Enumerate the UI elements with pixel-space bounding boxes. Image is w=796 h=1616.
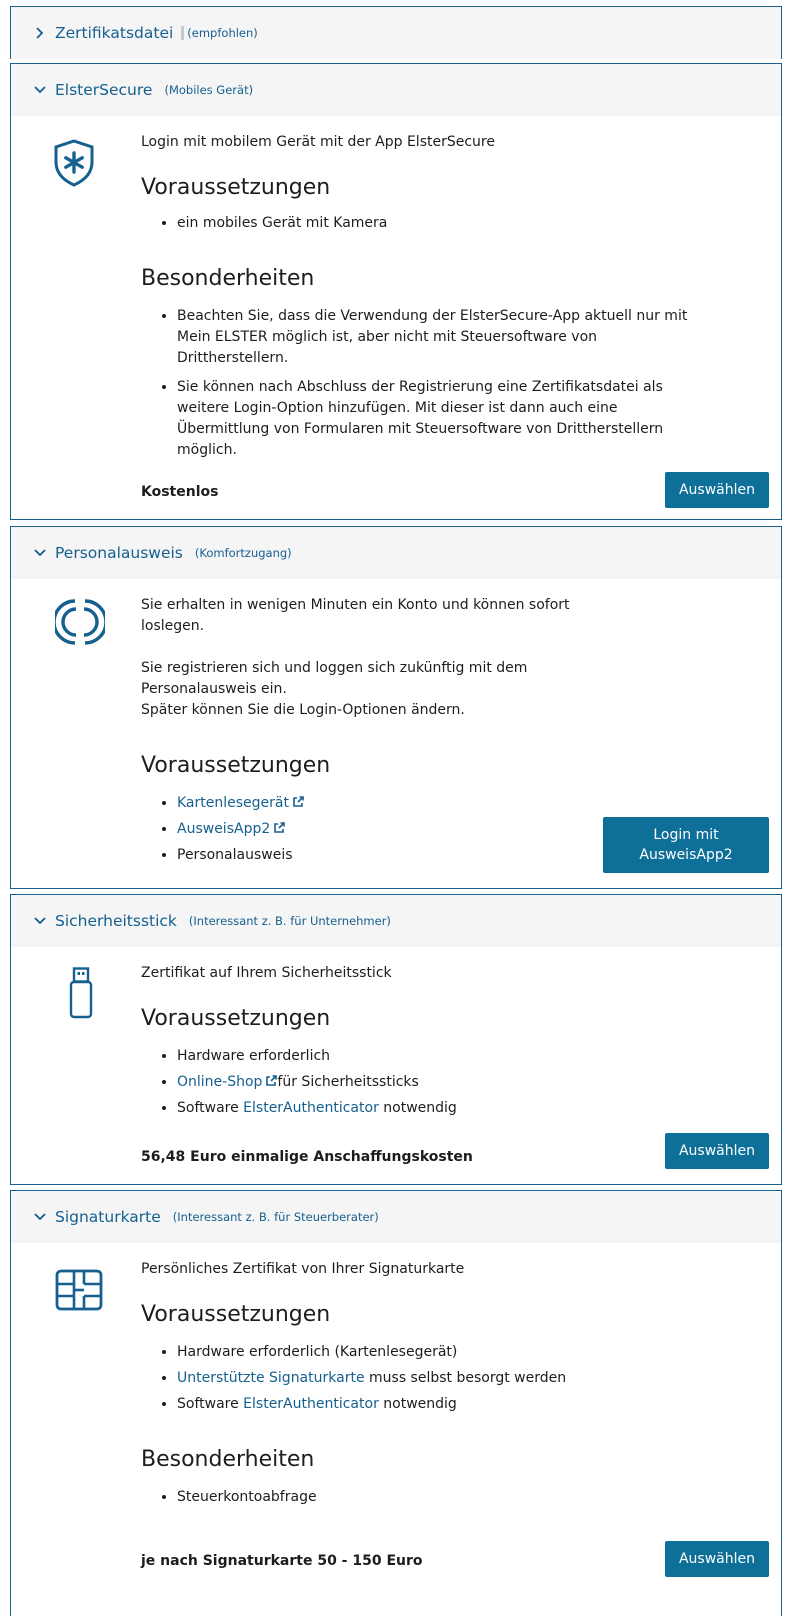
requirements-list: Hardware erforderlich Online-Shop für Sic… xyxy=(141,1046,769,1119)
list-item: Beachten Sie, dass die Verwendung der El… xyxy=(177,306,697,369)
smartcard-chip-icon xyxy=(55,1269,103,1315)
list-item-text: notwendig xyxy=(378,1396,457,1412)
panel-title: Personalausweis xyxy=(55,544,183,562)
panel-personalausweis: Personalausweis (Komfortzugang) Sie erha… xyxy=(10,526,782,889)
elsterauthenticator-link[interactable]: ElsterAuthenticator xyxy=(243,1100,379,1116)
list-item: Hardware erforderlich xyxy=(177,1046,769,1067)
chevron-down-icon xyxy=(33,546,47,560)
list-item-text: notwendig xyxy=(378,1100,457,1116)
list-item-text: Software xyxy=(177,1396,244,1412)
panel-subtitle: (Komfortzugang) xyxy=(194,546,292,560)
panel-header-elstersecure[interactable]: ElsterSecure (Mobiles Gerät) xyxy=(11,64,781,116)
panel-elstersecure: ElsterSecure (Mobiles Gerät) Login mit m… xyxy=(10,63,782,520)
panel-intro: Persönliches Zertifikat von Ihrer Signat… xyxy=(141,1261,465,1277)
panel-zertifikatsdatei: Zertifikatsdatei (empfohlen) xyxy=(10,6,782,59)
requirements-heading: Voraussetzungen xyxy=(141,753,331,778)
requirements-list: ein mobiles Gerät mit Kamera xyxy=(141,213,769,234)
login-ausweisapp2-button[interactable]: Login mit AusweisApp2 xyxy=(603,817,769,873)
requirements-heading: Voraussetzungen xyxy=(141,175,331,200)
list-item-text: für Sicherheitssticks xyxy=(277,1074,419,1090)
panel-intro-3: Später können Sie die Login-Optionen änd… xyxy=(141,702,465,718)
requirements-list: Hardware erforderlich (Kartenlesegerät) … xyxy=(141,1342,769,1415)
requirements-list: Kartenlesegerät AusweisApp2 Personalausw… xyxy=(141,793,581,866)
chevron-down-icon xyxy=(33,1210,47,1224)
list-item: Software ElsterAuthenticator notwendig xyxy=(177,1098,769,1119)
price-label: Kostenlos xyxy=(141,484,219,500)
panel-title: Zertifikatsdatei xyxy=(55,24,174,42)
price-label: 56,48 Euro einmalige Anschaffungskosten xyxy=(141,1149,473,1165)
panel-signaturkarte: Signaturkarte (Interessant z. B. für Ste… xyxy=(10,1190,782,1616)
panel-sicherheitsstick: Sicherheitsstick (Interessant z. B. für … xyxy=(10,894,782,1185)
select-button[interactable]: Auswählen xyxy=(665,1133,769,1169)
features-list: Steuerkontoabfrage xyxy=(141,1487,769,1508)
select-button[interactable]: Auswählen xyxy=(665,1541,769,1577)
panel-subtitle: (empfohlen) xyxy=(181,26,258,40)
requirements-heading: Voraussetzungen xyxy=(141,1006,331,1031)
shield-asterisk-icon xyxy=(51,138,97,192)
list-item: Sie können nach Abschluss der Registrier… xyxy=(177,377,697,461)
price-label: je nach Signaturkarte 50 - 150 Euro xyxy=(141,1553,423,1569)
panel-intro: Login mit mobilem Gerät mit der App Elst… xyxy=(141,134,495,150)
usb-stick-icon xyxy=(69,967,93,1023)
features-heading: Besonderheiten xyxy=(141,1447,315,1472)
select-button[interactable]: Auswählen xyxy=(665,472,769,508)
panel-header-zertifikatsdatei[interactable]: Zertifikatsdatei (empfohlen) xyxy=(11,7,781,59)
features-list: Beachten Sie, dass die Verwendung der El… xyxy=(141,306,697,461)
online-shop-link[interactable]: Online-Shop xyxy=(177,1074,262,1090)
panel-header-sicherheitsstick[interactable]: Sicherheitsstick (Interessant z. B. für … xyxy=(11,895,781,947)
panel-intro: Sie erhalten in wenigen Minuten ein Kont… xyxy=(141,597,570,634)
signaturkarte-link[interactable]: Unterstützte Signaturkarte xyxy=(177,1370,365,1386)
panel-title: Sicherheitsstick xyxy=(55,912,177,930)
list-item-text: muss selbst besorgt werden xyxy=(364,1370,567,1386)
panel-intro: Zertifikat auf Ihrem Sicherheitsstick xyxy=(141,965,392,981)
list-item: Kartenlesegerät xyxy=(177,793,581,814)
list-item-text: Software xyxy=(177,1100,244,1116)
features-heading: Besonderheiten xyxy=(141,266,315,291)
list-item: Unterstützte Signaturkarte muss selbst b… xyxy=(177,1368,769,1389)
kartenlesegeraet-link[interactable]: Kartenlesegerät xyxy=(177,795,289,811)
list-item: AusweisApp2 xyxy=(177,819,581,840)
panel-intro-2: Sie registrieren sich und loggen sich zu… xyxy=(141,660,528,697)
list-item: Software ElsterAuthenticator notwendig xyxy=(177,1394,769,1415)
chevron-down-icon xyxy=(33,83,47,97)
panel-header-signaturkarte[interactable]: Signaturkarte (Interessant z. B. für Ste… xyxy=(11,1191,781,1243)
external-link-icon xyxy=(265,1073,278,1086)
chevron-down-icon xyxy=(33,914,47,928)
panel-subtitle: (Mobiles Gerät) xyxy=(164,83,254,97)
elsterauthenticator-link[interactable]: ElsterAuthenticator xyxy=(243,1396,379,1412)
panel-title: Signaturkarte xyxy=(55,1208,161,1226)
chevron-right-icon xyxy=(33,26,47,40)
external-link-icon xyxy=(273,820,286,833)
panel-subtitle: (Interessant z. B. für Unternehmer) xyxy=(188,914,391,928)
id-card-logo-icon xyxy=(52,597,108,651)
requirements-heading: Voraussetzungen xyxy=(141,1302,331,1327)
list-item: Personalausweis xyxy=(177,845,581,866)
ausweisapp2-link[interactable]: AusweisApp2 xyxy=(177,821,270,837)
list-item: Hardware erforderlich (Kartenlesegerät) xyxy=(177,1342,769,1363)
list-item: Online-Shop für Sicherheitssticks xyxy=(177,1072,769,1093)
panel-title: ElsterSecure xyxy=(55,81,153,99)
panel-subtitle: (Interessant z. B. für Steuerberater) xyxy=(172,1210,379,1224)
external-link-icon xyxy=(292,794,304,807)
list-item: ein mobiles Gerät mit Kamera xyxy=(177,213,769,234)
panel-header-personalausweis[interactable]: Personalausweis (Komfortzugang) xyxy=(11,527,781,579)
list-item: Steuerkontoabfrage xyxy=(177,1487,769,1508)
